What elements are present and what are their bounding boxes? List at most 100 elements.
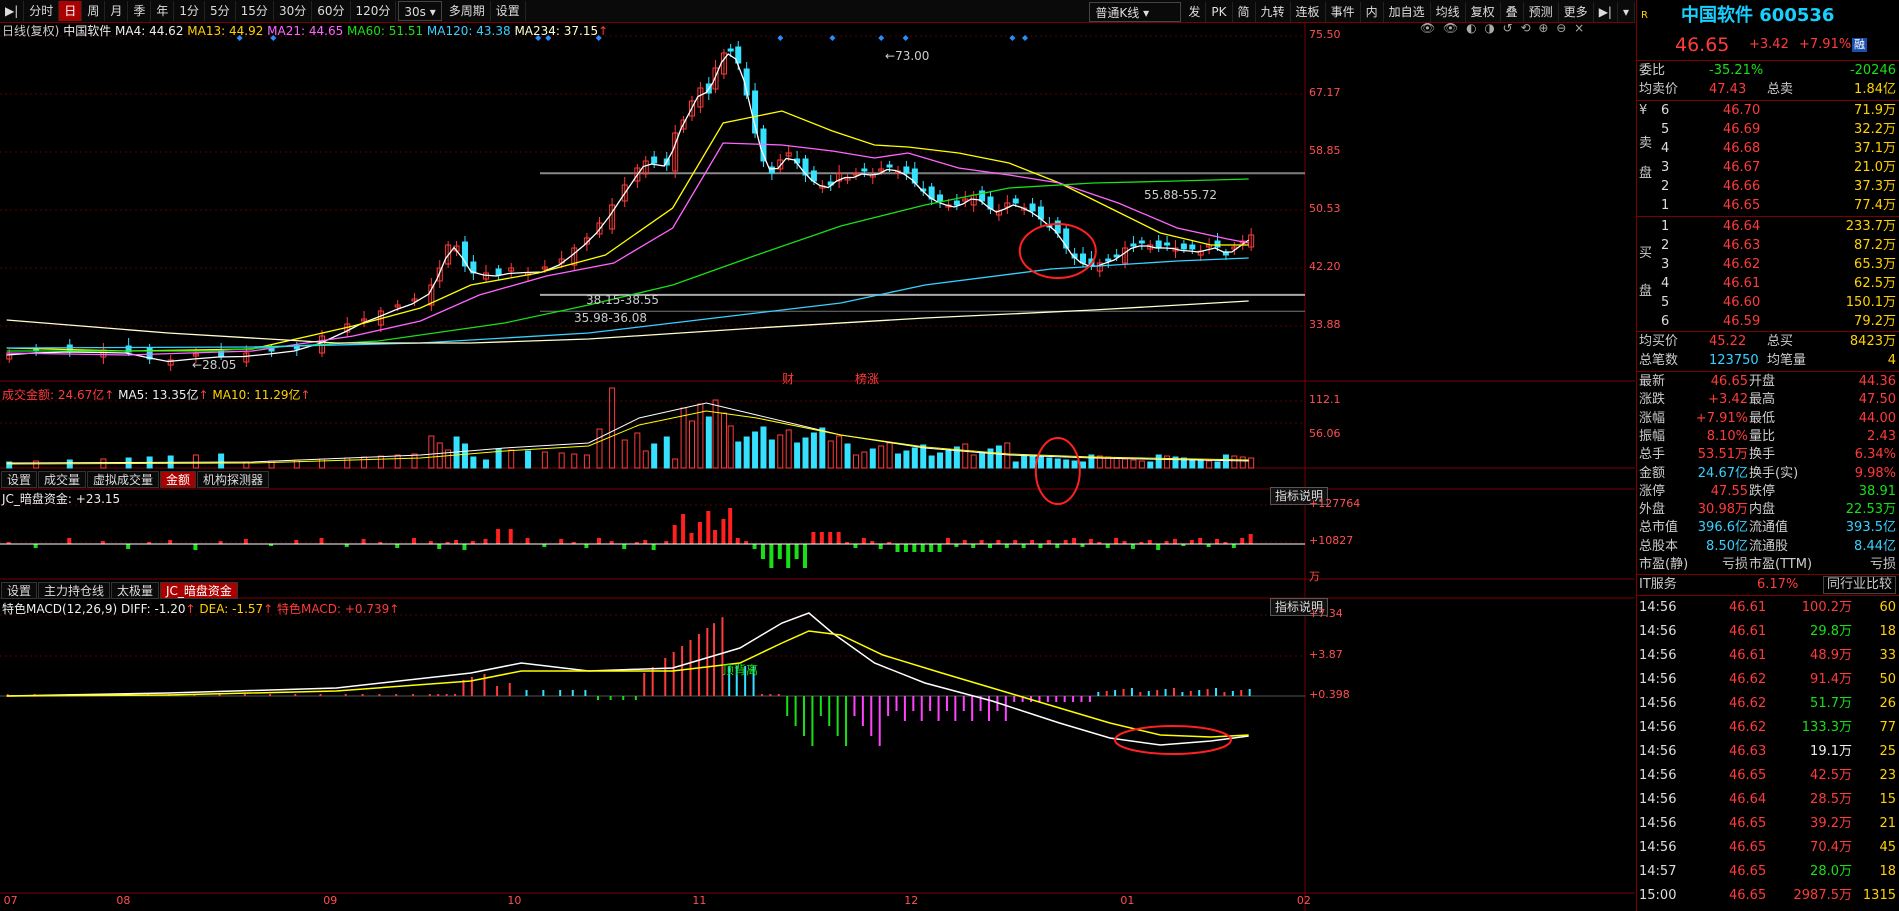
tick-row: 14:56 46.62 51.7万 26 bbox=[1637, 694, 1899, 713]
buy-level-volume: 62.5万 bbox=[1854, 276, 1896, 291]
chevron-down-icon[interactable]: ▾ bbox=[1618, 1, 1635, 22]
toolbar-right-item-7[interactable]: 加自选 bbox=[1384, 1, 1431, 22]
avg-buy-label: 均买价 bbox=[1639, 334, 1679, 349]
jc-bar bbox=[622, 544, 627, 549]
chart-canvas[interactable] bbox=[0, 23, 1635, 911]
volume-tab-2[interactable]: 虚拟成交量 bbox=[87, 471, 160, 488]
period-7[interactable]: 5分 bbox=[205, 1, 236, 21]
event-rank[interactable]: 榜涨 bbox=[855, 370, 879, 387]
toolbar-right-item-12[interactable]: 更多 bbox=[1559, 1, 1594, 22]
buy-level-volume: 233.7万 bbox=[1845, 219, 1896, 234]
stat-label-2: 开盘 bbox=[1749, 374, 1776, 389]
jc-bar bbox=[496, 529, 501, 544]
event-marker-icon[interactable] bbox=[902, 35, 909, 41]
stat-row: 总手 53.51万 换手 6.34% bbox=[1637, 445, 1899, 464]
volume-tab-1[interactable]: 成交量 bbox=[38, 471, 87, 488]
candle-body bbox=[768, 166, 775, 174]
volume-tab-4[interactable]: 机构探测器 bbox=[197, 471, 270, 488]
macd-header: 特色MACD(12,26,9) DIFF: -1.20↑ DEA: -1.57↑… bbox=[2, 602, 400, 616]
toolbar-right-item-11[interactable]: 预测 bbox=[1524, 1, 1559, 22]
period-10[interactable]: 60分 bbox=[312, 1, 351, 21]
indicator-tab-2[interactable]: 太极量 bbox=[111, 582, 160, 599]
jc-bar bbox=[962, 540, 967, 544]
jc-bar bbox=[861, 538, 866, 544]
stat-label: 涨跌 bbox=[1639, 392, 1666, 408]
period-11[interactable]: 120分 bbox=[351, 1, 397, 21]
tick-volume: 42.5万 bbox=[1810, 768, 1852, 783]
period-6[interactable]: 1分 bbox=[174, 1, 206, 21]
sidebar-toggle-icon[interactable]: ▶| bbox=[0, 1, 25, 21]
industry-name[interactable]: IT服务 bbox=[1639, 575, 1677, 594]
jc-bar bbox=[508, 529, 513, 544]
period-3[interactable]: 月 bbox=[105, 1, 129, 21]
period-dropdown[interactable]: 30s ▾ bbox=[398, 1, 442, 21]
toolbar-right-item-9[interactable]: 复权 bbox=[1466, 1, 1501, 22]
jc-bar bbox=[1156, 544, 1161, 550]
event-marker-icon[interactable] bbox=[777, 35, 784, 41]
last-price: 46.65 bbox=[1675, 34, 1730, 56]
macd-bar bbox=[1114, 690, 1117, 696]
event-financial[interactable]: 财 bbox=[782, 370, 794, 387]
macd-bar bbox=[706, 628, 709, 696]
chart-area[interactable]: 日线(复权) 中国软件 MA4: 44.62 MA13: 44.92 MA21:… bbox=[0, 21, 1635, 911]
indicator-tab-3[interactable]: JC_暗盘资金 bbox=[160, 582, 238, 599]
indicator-tab-0[interactable]: 设置 bbox=[1, 582, 38, 599]
period-5[interactable]: 年 bbox=[151, 1, 175, 21]
period-1[interactable]: 日 bbox=[59, 1, 83, 21]
expand-icon[interactable]: ▶| bbox=[1594, 1, 1618, 22]
stat-value-2: 亏损 bbox=[1869, 557, 1896, 572]
toolbar-right-item-3[interactable]: 九转 bbox=[1256, 1, 1291, 22]
peer-compare-button[interactable]: 同行业比较 bbox=[1822, 576, 1896, 594]
volume-bar bbox=[836, 435, 843, 469]
candle-body bbox=[1105, 258, 1112, 262]
sell-level-price: 46.67 bbox=[1723, 160, 1761, 175]
macd-bar bbox=[971, 696, 974, 721]
volume-tab-3[interactable]: 金额 bbox=[160, 471, 197, 488]
trade-count-row: 总笔数 123750 均笔量 4 bbox=[1637, 351, 1899, 370]
macd-bar bbox=[811, 696, 814, 746]
toolbar-right-item-0[interactable]: 发 bbox=[1183, 1, 1207, 22]
period-4[interactable]: 季 bbox=[128, 1, 152, 21]
toolbar-right-item-2[interactable]: 简 bbox=[1233, 1, 1256, 22]
toolbar-right-item-5[interactable]: 事件 bbox=[1326, 1, 1361, 22]
kline-style-dropdown[interactable]: 普通K线 ▾ bbox=[1089, 1, 1182, 22]
volume-bar bbox=[1054, 458, 1061, 469]
tick-volume: 2987.5万 bbox=[1793, 888, 1853, 903]
tick-count: 26 bbox=[1879, 696, 1896, 711]
jc-bar bbox=[483, 539, 488, 544]
sell-level-price: 46.65 bbox=[1723, 198, 1761, 213]
kline-toolbar-icons[interactable]: 👁 👁 ◐ ◑ ↺ ⟲ ⊕ ⊖ × bbox=[1420, 21, 1586, 35]
jc-bar bbox=[597, 538, 602, 544]
toolbar-right-item-8[interactable]: 均线 bbox=[1431, 1, 1466, 22]
toolbar-right-item-4[interactable]: 连板 bbox=[1291, 1, 1326, 22]
period-8[interactable]: 15分 bbox=[236, 1, 274, 21]
period-9[interactable]: 30分 bbox=[274, 1, 313, 21]
jc-bar bbox=[168, 540, 173, 544]
macd-bar bbox=[445, 694, 448, 696]
volume-tab-0[interactable]: 设置 bbox=[1, 471, 38, 488]
jc-bar bbox=[721, 519, 726, 544]
toolbar-right-item-10[interactable]: 叠 bbox=[1501, 1, 1524, 22]
macd-bar bbox=[412, 694, 415, 696]
tick-count: 45 bbox=[1879, 840, 1896, 855]
quote-price-row: 46.65 +3.42 +7.91% 融 bbox=[1637, 33, 1899, 57]
multi-period-button[interactable]: 多周期 bbox=[444, 1, 491, 21]
event-marker-icon[interactable] bbox=[878, 35, 885, 41]
period-2[interactable]: 周 bbox=[82, 1, 106, 21]
toolbar-right-item-1[interactable]: PK bbox=[1206, 1, 1233, 22]
volume-bar bbox=[1063, 459, 1070, 469]
stat-value-2: 44.00 bbox=[1858, 410, 1896, 426]
event-marker-icon[interactable] bbox=[1021, 35, 1028, 41]
stat-row: 总股本 8.50亿 流通股 8.44亿 bbox=[1637, 537, 1899, 556]
jc-bar bbox=[1189, 540, 1194, 544]
candle-body bbox=[1189, 244, 1196, 250]
jc-bar bbox=[903, 544, 908, 552]
tick-price: 46.65 bbox=[1729, 768, 1767, 783]
toolbar-right-item-6[interactable]: 内 bbox=[1361, 1, 1384, 22]
indicator-tab-1[interactable]: 主力持仓线 bbox=[38, 582, 111, 599]
settings-button[interactable]: 设置 bbox=[491, 1, 526, 21]
kline-ytick-1: 67.17 bbox=[1309, 86, 1341, 99]
volume-bar bbox=[727, 425, 734, 469]
jc-bar bbox=[584, 544, 589, 548]
period-0[interactable]: 分时 bbox=[24, 1, 60, 21]
